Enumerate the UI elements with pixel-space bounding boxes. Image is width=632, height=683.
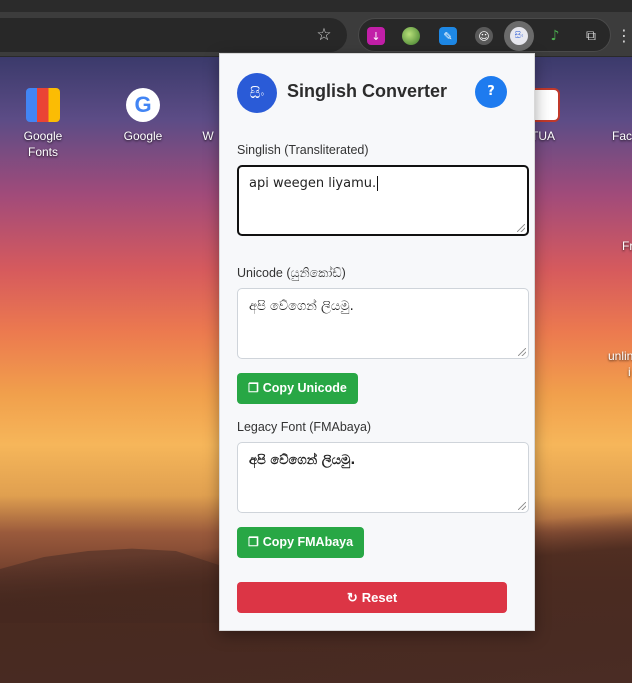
window-title-bar: [0, 0, 632, 12]
address-bar[interactable]: [0, 18, 347, 52]
help-button[interactable]: ?: [475, 76, 507, 108]
browser-menu-icon[interactable]: ⋮: [616, 26, 632, 46]
reset-button[interactable]: ↻ Reset: [237, 582, 507, 613]
singlish-converter-extension-icon[interactable]: සිං: [510, 27, 528, 45]
extensions-bar: ↓ ✎ ☺ සිං ♪ ⧉: [358, 18, 611, 52]
browser-toolbar: ☆ ↓ ✎ ☺ සිං ♪ ⧉ ⋮: [0, 12, 632, 57]
unicode-output[interactable]: අපි වේගෙන් ලියමු.: [237, 288, 529, 359]
copy-icon: ❐: [248, 381, 259, 395]
singlish-input[interactable]: api weegen liyamu.: [237, 165, 529, 236]
legacy-output[interactable]: අපි වේගෙන් ලියමු.: [237, 442, 529, 513]
legacy-output-value: අපි වේගෙන් ලියමු.: [249, 453, 356, 468]
singlish-label: Singlish (Transliterated): [237, 143, 369, 157]
copy-fmabaya-label: Copy FMAbaya: [262, 535, 354, 549]
desktop-icon-partial-unlin[interactable]: unlin i: [608, 348, 632, 380]
desktop-icon-label: unlin: [608, 349, 632, 363]
resize-handle-icon[interactable]: [518, 502, 526, 510]
unicode-output-value: අපි වේගෙන් ලියමු.: [249, 299, 354, 314]
copy-fmabaya-button[interactable]: ❐ Copy FMAbaya: [237, 527, 365, 558]
desktop-icon-label: Google Fonts: [23, 129, 63, 159]
puzzle-extensions-icon[interactable]: ⧉: [582, 27, 600, 45]
desktop-icon-partial-fr[interactable]: Fr: [622, 238, 632, 254]
globe-extension-icon[interactable]: [402, 27, 420, 45]
desktop-icon-google[interactable]: Google: [108, 88, 178, 144]
pen-extension-icon[interactable]: ✎: [439, 27, 457, 45]
music-note-extension-icon[interactable]: ♪: [546, 27, 564, 45]
popup-title: Singlish Converter: [287, 81, 448, 101]
copy-icon: ❐: [248, 535, 259, 549]
copy-unicode-label: Copy Unicode: [262, 381, 347, 395]
unicode-label: Unicode (යුනිකෝඩ්): [237, 266, 346, 280]
text-cursor: [377, 176, 379, 191]
desktop-icon-google-fonts[interactable]: Google Fonts: [8, 88, 78, 160]
reset-icon: ↻: [346, 590, 358, 605]
bookmark-star-icon[interactable]: ☆: [314, 25, 334, 45]
desktop-icon-label: Google: [123, 129, 163, 143]
google-fonts-icon: [26, 88, 60, 122]
desktop-icon-partial-fac[interactable]: Fac: [612, 128, 632, 144]
resize-handle-icon[interactable]: [518, 348, 526, 356]
download-extension-icon[interactable]: ↓: [367, 27, 385, 45]
desktop-icon-label: Fr: [622, 239, 632, 253]
resize-handle-icon[interactable]: [517, 224, 525, 232]
google-icon: [126, 88, 160, 122]
copy-unicode-button[interactable]: ❐ Copy Unicode: [237, 373, 358, 404]
desktop-icon-label: i: [628, 365, 631, 379]
desktop-icon-label: Fac: [612, 129, 632, 143]
singlish-input-value: api weegen liyamu.: [249, 176, 377, 191]
app-logo: සිං: [237, 73, 277, 113]
wallpaper-cliff: [0, 548, 220, 623]
reset-label: Reset: [361, 590, 398, 605]
singlish-converter-popup: සිං Singlish Converter ? Singlish (Trans…: [219, 53, 535, 631]
robot-extension-icon[interactable]: ☺: [475, 27, 493, 45]
legacy-label: Legacy Font (FMAbaya): [237, 420, 372, 434]
